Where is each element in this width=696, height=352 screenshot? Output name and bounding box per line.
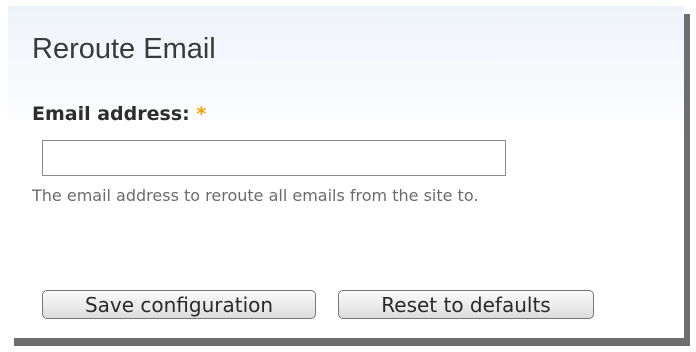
required-marker: * xyxy=(196,103,207,125)
email-address-label-text: Email address: xyxy=(32,103,190,125)
reroute-email-panel: Reroute Email Email address: * The email… xyxy=(8,6,684,338)
reset-to-defaults-button[interactable]: Reset to defaults xyxy=(338,290,594,319)
save-configuration-button[interactable]: Save configuration xyxy=(42,290,316,319)
page-title: Reroute Email xyxy=(32,33,216,65)
email-address-label: Email address: * xyxy=(32,102,206,126)
email-address-input[interactable] xyxy=(42,140,506,176)
email-address-description: The email address to reroute all emails … xyxy=(32,186,479,205)
